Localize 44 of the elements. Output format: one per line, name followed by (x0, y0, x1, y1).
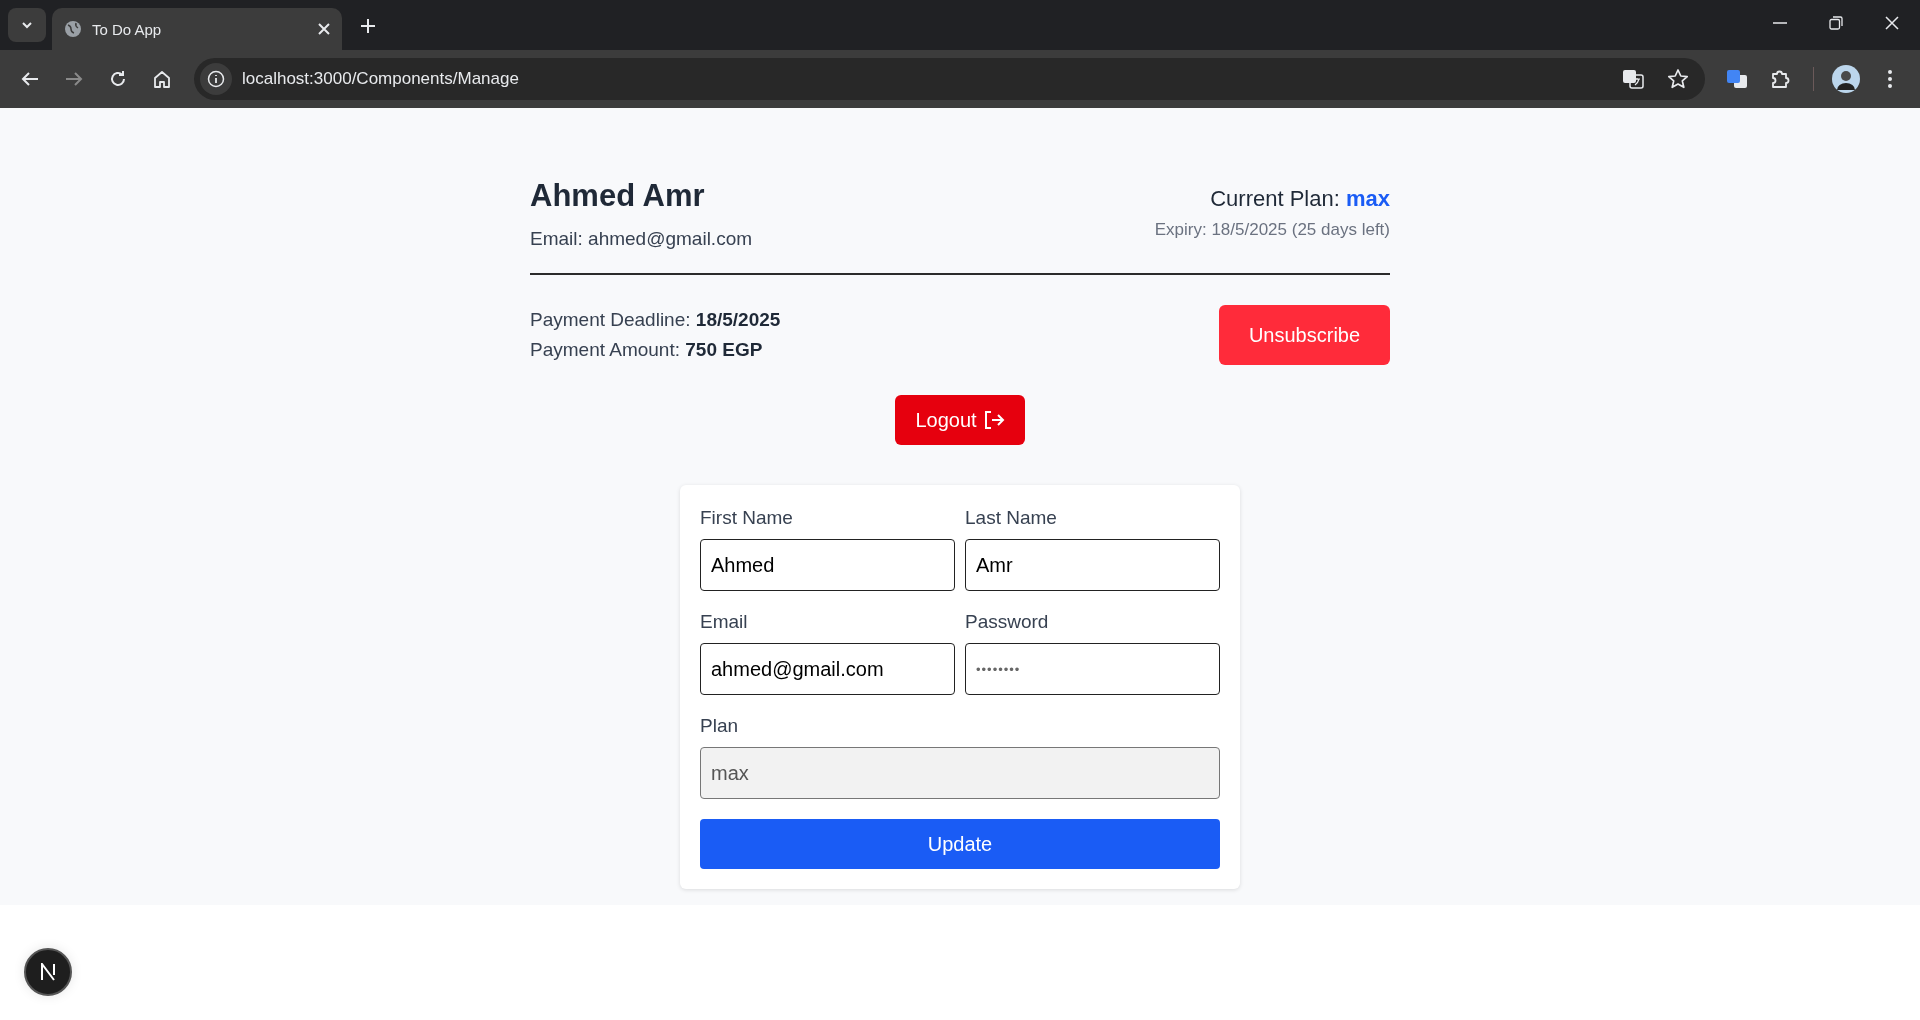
minimize-icon (1773, 22, 1787, 24)
input-field[interactable]: Amr (965, 539, 1220, 591)
input-field[interactable]: ahmed@gmail.com (700, 643, 955, 695)
menu-icon (1888, 70, 1892, 88)
star-icon[interactable] (1667, 68, 1689, 90)
dev-tools-button[interactable] (24, 948, 72, 996)
input-field[interactable]: •••••••• (965, 643, 1220, 695)
n-logo-icon (40, 963, 56, 981)
close-icon (1885, 16, 1899, 30)
address-bar[interactable]: localhost:3000/Components/Manage (194, 58, 1705, 100)
back-arrow-icon (21, 71, 39, 87)
home-icon (153, 70, 171, 88)
user-email: Email: ahmed@gmail.com (530, 228, 753, 250)
logout-icon (982, 409, 1005, 431)
forward-arrow-icon (65, 71, 83, 87)
update-button[interactable]: Update (700, 819, 1220, 869)
input-field[interactable]: Ahmed (700, 539, 955, 591)
chevron-icon (20, 20, 34, 30)
unsubscribe-button[interactable]: Unsubscribe (1219, 305, 1390, 365)
puzzle-icon (1770, 68, 1792, 90)
site-info-icon[interactable] (200, 63, 232, 95)
field-label: Plan (700, 715, 740, 737)
user-name: Ahmed Amr (530, 178, 706, 214)
browser-tab[interactable]: To Do App (52, 8, 342, 50)
field-label: Email (700, 611, 749, 633)
payment-deadline: Payment Deadline: 18/5/2025 (530, 308, 781, 332)
tab-list-button[interactable] (8, 8, 46, 42)
field-label: Last Name (965, 507, 1058, 529)
translate-icon (1725, 67, 1749, 91)
payment-amount: Payment Amount: 750 EGP (530, 338, 764, 362)
translate-icon[interactable] (1621, 67, 1645, 91)
globe-icon (64, 20, 82, 38)
restore-icon (1829, 16, 1843, 30)
field-label: Password (965, 611, 1050, 633)
url-text: localhost:3000/Components/Manage (242, 69, 520, 89)
avatar-icon (1832, 65, 1860, 93)
logout-button[interactable]: Logout (895, 395, 1025, 445)
close-icon[interactable] (318, 23, 330, 35)
tab-title: To Do App (92, 20, 163, 38)
field-label: First Name (700, 507, 794, 529)
current-plan: Current Plan: max (1209, 186, 1390, 212)
reload-icon (109, 70, 127, 88)
plus-icon (360, 18, 376, 34)
plan-expiry: Expiry: 18/5/2025 (25 days left) (1154, 220, 1390, 240)
